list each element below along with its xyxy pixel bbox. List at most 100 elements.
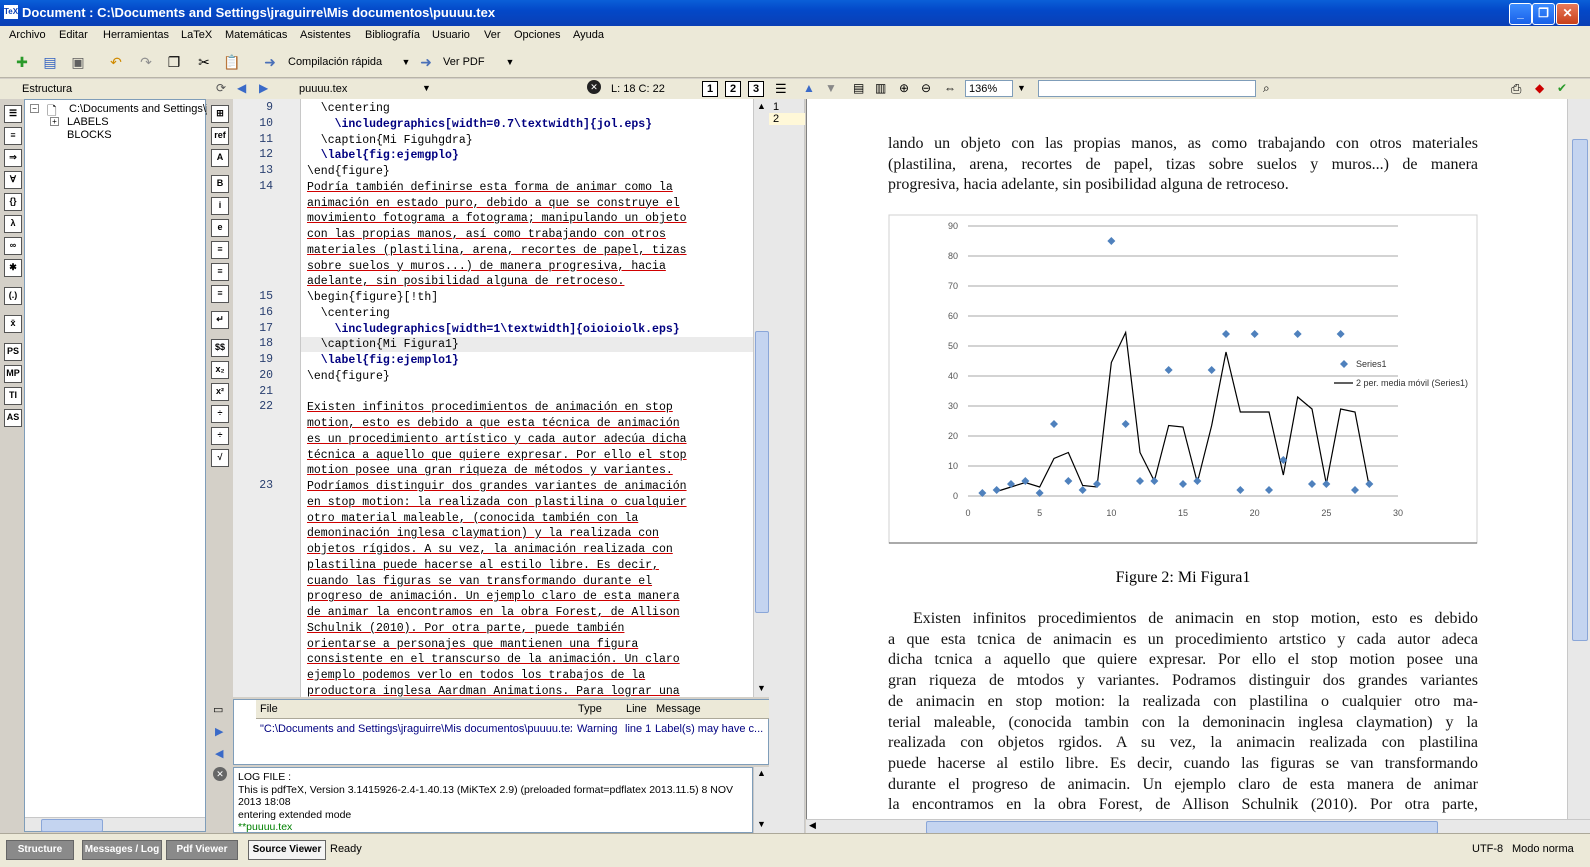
tree-labels[interactable]: LABELS: [67, 116, 109, 128]
menu-usuario[interactable]: Usuario: [432, 29, 470, 41]
check-icon[interactable]: ✔: [1557, 81, 1567, 95]
table-row-line[interactable]: line 1: [625, 720, 651, 738]
brackets-icon[interactable]: (.): [4, 287, 22, 305]
menu-archivo[interactable]: Archivo: [9, 29, 46, 41]
bold-icon[interactable]: B: [211, 175, 229, 193]
ref-icon[interactable]: ref: [211, 127, 229, 145]
binoculars-icon[interactable]: ⌕: [1263, 81, 1270, 96]
align-right-icon[interactable]: ≡: [211, 285, 229, 303]
col-message[interactable]: Message: [652, 700, 773, 719]
emph-icon[interactable]: e: [211, 219, 229, 237]
col-type[interactable]: Type: [574, 700, 627, 719]
scroll-up-icon[interactable]: ▲: [757, 101, 766, 111]
paste-icon[interactable]: 📋: [222, 52, 242, 72]
dfrac-icon[interactable]: ÷: [211, 427, 229, 445]
prev-document-icon[interactable]: ◀: [237, 81, 246, 95]
italic-icon[interactable]: i: [211, 197, 229, 215]
tree-blocks[interactable]: BLOCKS: [67, 129, 112, 141]
menu-asistentes[interactable]: Asistentes: [300, 29, 351, 41]
expand-icon[interactable]: +: [50, 117, 59, 126]
pages-icon[interactable]: ▥: [875, 81, 886, 95]
tikz-icon[interactable]: TI: [4, 387, 22, 405]
align-left-icon[interactable]: ≡: [211, 241, 229, 259]
relation-icon[interactable]: ≡: [4, 127, 22, 145]
scroll-thumb[interactable]: [41, 819, 103, 832]
view-pdf-select[interactable]: Ver PDF: [443, 56, 485, 68]
minimize-button[interactable]: _: [1509, 3, 1532, 25]
chevron-down-icon[interactable]: ▼: [422, 83, 431, 93]
fraction-icon[interactable]: ÷: [211, 405, 229, 423]
infinity-icon[interactable]: ∞: [4, 237, 22, 255]
compile-select[interactable]: Compilación rápida: [288, 56, 382, 68]
open-file-icon[interactable]: ▤: [40, 52, 60, 72]
zoom-out-icon[interactable]: ⊖: [921, 81, 931, 95]
refresh-icon[interactable]: ⟳: [213, 81, 229, 97]
table-row-type[interactable]: Warning: [577, 720, 621, 738]
fit-icon[interactable]: ⇔: [944, 81, 956, 95]
menu-ayuda[interactable]: Ayuda: [573, 29, 604, 41]
compile-arrow-icon[interactable]: ➜: [260, 52, 280, 72]
bookmark-3-button[interactable]: 3: [748, 81, 764, 97]
chevron-down-icon[interactable]: ▼: [1017, 83, 1026, 93]
page-up-icon[interactable]: ▲: [803, 81, 815, 95]
align-center-icon[interactable]: ≡: [211, 263, 229, 281]
chevron-down-icon[interactable]: ▼: [396, 52, 416, 72]
chevron-down-icon[interactable]: ▼: [500, 52, 520, 72]
col-file[interactable]: File: [256, 700, 579, 719]
scroll-down-icon[interactable]: ▼: [757, 683, 766, 693]
tree-root[interactable]: C:\Documents and Settings\j: [69, 103, 208, 115]
bookmark-2-button[interactable]: 2: [725, 81, 741, 97]
scroll-left-icon[interactable]: ◀: [809, 820, 816, 831]
zoom-input[interactable]: 136%: [965, 80, 1013, 97]
greek-icon[interactable]: λ: [4, 215, 22, 233]
menu-editar[interactable]: Editar: [59, 29, 88, 41]
menu-latex[interactable]: LaTeX: [181, 29, 212, 41]
next-error-icon[interactable]: ▶: [215, 725, 223, 738]
cut-icon[interactable]: ✂: [194, 52, 214, 72]
page-icon[interactable]: ▤: [853, 81, 864, 95]
zoom-in-icon[interactable]: ⊕: [899, 81, 909, 95]
view-arrow-icon[interactable]: ➜: [416, 52, 436, 72]
page-down-icon[interactable]: ▼: [825, 81, 837, 95]
maximize-button[interactable]: ❐: [1532, 3, 1555, 25]
source-editor[interactable]: \centering \includegraphics[width=0.7\te…: [301, 99, 753, 697]
menu-bibliografia[interactable]: Bibliografía: [365, 29, 420, 41]
menu-ver[interactable]: Ver: [484, 29, 501, 41]
collapse-icon[interactable]: −: [30, 104, 39, 113]
scroll-up-icon[interactable]: ▲: [757, 768, 766, 778]
asterisk-icon[interactable]: ✱: [4, 259, 22, 277]
save-icon[interactable]: ▣: [68, 52, 88, 72]
tab-pdf-viewer[interactable]: Pdf Viewer: [166, 840, 238, 860]
scroll-thumb[interactable]: [1572, 139, 1588, 641]
arrow-icon[interactable]: ⇒: [4, 149, 22, 167]
undo-icon[interactable]: ↶: [106, 52, 126, 72]
tab-messages-log[interactable]: Messages / Log: [82, 840, 162, 860]
misc-symbol-icon[interactable]: ∀: [4, 171, 22, 189]
menu-opciones[interactable]: Opciones: [514, 29, 560, 41]
insert-icon[interactable]: ⊞: [211, 105, 229, 123]
sqrt-icon[interactable]: √: [211, 449, 229, 467]
size-icon[interactable]: A: [211, 149, 229, 167]
structure-hscrollbar[interactable]: [25, 817, 205, 832]
print-icon[interactable]: ⎙: [1511, 81, 1521, 97]
log-vscrollbar[interactable]: ▲ ▼: [753, 767, 769, 833]
pdf-vscrollbar[interactable]: [1567, 99, 1590, 819]
scroll-thumb[interactable]: [755, 331, 769, 613]
bookmark-1-button[interactable]: 1: [702, 81, 718, 97]
prev-error-icon[interactable]: ◀: [215, 747, 223, 760]
newline-icon[interactable]: ↵: [211, 311, 229, 329]
table-row-message[interactable]: Label(s) may have c...: [655, 720, 767, 738]
stop-icon[interactable]: ✕: [213, 767, 227, 781]
accent-icon[interactable]: x̄: [4, 315, 22, 333]
metapost-icon[interactable]: MP: [4, 365, 22, 383]
table-row-file[interactable]: "C:\Documents and Settings\jraguirre\Mis…: [260, 720, 572, 738]
tab-source-viewer[interactable]: Source Viewer: [248, 840, 326, 860]
redo-icon[interactable]: ↷: [136, 52, 156, 72]
tab-structure[interactable]: Structure: [6, 840, 74, 860]
superscript-icon[interactable]: x²: [211, 383, 229, 401]
pdf-icon[interactable]: ◆: [1535, 81, 1544, 95]
editor-vscrollbar[interactable]: ▲ ▼: [753, 99, 769, 697]
pdf-search-input[interactable]: [1038, 80, 1256, 97]
menu-matematicas[interactable]: Matemáticas: [225, 29, 287, 41]
next-document-icon[interactable]: ▶: [259, 81, 268, 95]
